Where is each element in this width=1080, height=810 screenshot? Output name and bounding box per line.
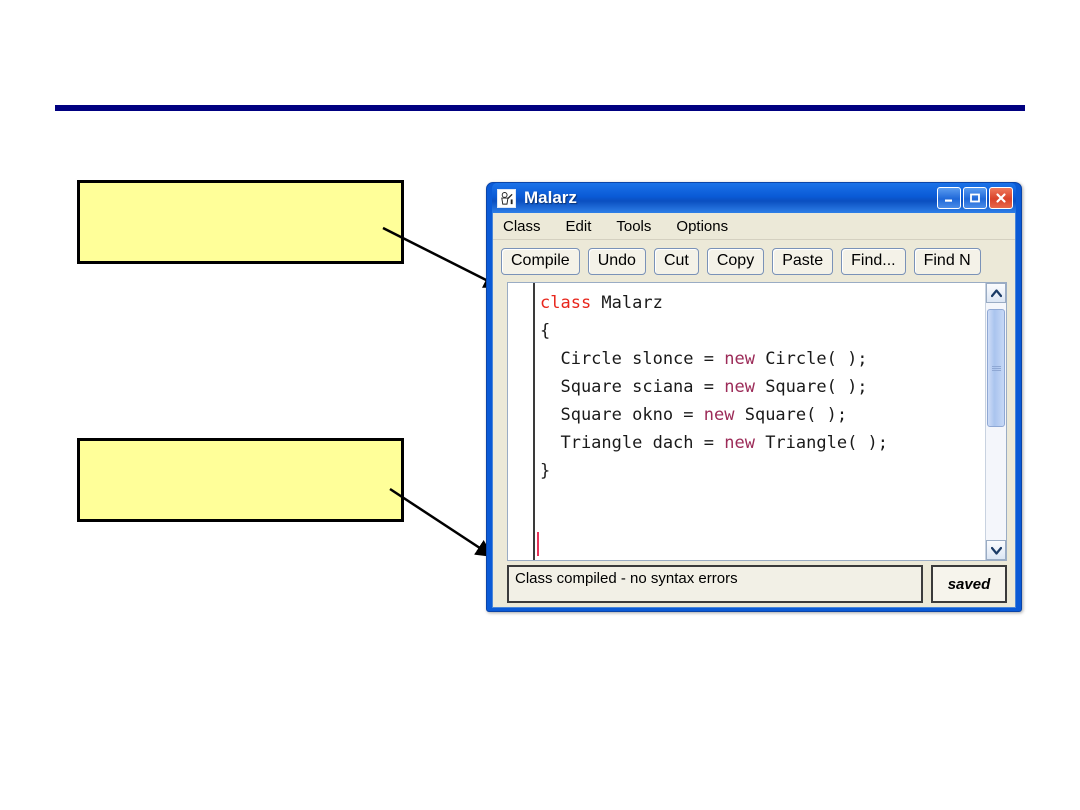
code-keyword: new [724, 377, 755, 397]
code-text: Circle slonce = [540, 349, 725, 369]
paste-button[interactable]: Paste [772, 247, 834, 275]
source-editor[interactable]: class Malarz { Circle slonce = new Circle… [507, 282, 1007, 561]
find-next-button[interactable]: Find N [913, 247, 981, 275]
code-line: Square sciana = new Square( ); [540, 373, 985, 401]
code-line: Triangle dach = new Triangle( ); [540, 429, 985, 457]
editor-vertical-scrollbar[interactable] [985, 283, 1006, 560]
editor-margin-line [533, 283, 535, 560]
code-keyword: new [703, 405, 735, 425]
source-code: class Malarz { Circle slonce = new Circle… [540, 289, 985, 485]
code-text-area[interactable]: class Malarz { Circle slonce = new Circle… [508, 283, 985, 560]
window-title: Malarz [524, 188, 577, 207]
menu-item-edit[interactable]: Edit [566, 218, 592, 235]
close-button[interactable] [989, 187, 1013, 209]
status-message-text: Class compiled - no syntax errors [515, 570, 738, 587]
painter-app-icon [497, 188, 516, 208]
code-text: Square sciana = [540, 377, 725, 397]
find-button[interactable]: Find... [841, 247, 906, 275]
code-keyword: new [724, 433, 755, 453]
undo-button[interactable]: Undo [587, 247, 646, 275]
scrollbar-thumb[interactable] [987, 309, 1005, 427]
minimize-button[interactable] [937, 187, 961, 209]
menu-bar[interactable]: Class Edit Tools Options [493, 213, 1015, 240]
code-text: } [540, 461, 551, 481]
saved-status-text: saved [947, 575, 991, 593]
copy-button[interactable]: Copy [706, 247, 765, 275]
code-text: Square( ); [734, 405, 848, 425]
code-keyword: new [724, 349, 755, 369]
code-text: { [540, 321, 551, 341]
status-message-panel: Class compiled - no syntax errors [507, 565, 923, 603]
menu-item-tools[interactable]: Tools [616, 218, 651, 235]
saved-status-badge: saved [931, 565, 1007, 603]
code-line: } [540, 457, 985, 485]
annotation-callout-compile [77, 180, 404, 264]
scrollbar-track[interactable] [986, 303, 1006, 540]
code-line: class Malarz [540, 289, 985, 317]
code-text: Circle( ); [754, 349, 868, 369]
text-caret [537, 532, 539, 556]
menu-item-options[interactable]: Options [676, 218, 728, 235]
malarz-editor-window[interactable]: Malarz Class Edit Tools Options Compile [486, 182, 1022, 612]
arrow-to-status-bar [389, 487, 494, 558]
maximize-button[interactable] [963, 187, 987, 209]
scrollbar-grip [991, 365, 1001, 372]
code-line: { [540, 317, 985, 345]
status-bar: Class compiled - no syntax errors saved [493, 561, 1015, 607]
scroll-up-arrow[interactable] [986, 283, 1006, 303]
scroll-down-arrow[interactable] [986, 540, 1006, 560]
window-title-bar[interactable]: Malarz [492, 183, 1016, 213]
code-text: Square( ); [754, 377, 868, 397]
code-text: Triangle( ); [754, 433, 889, 453]
window-client-area: Class Edit Tools Options Compile Undo Cu… [492, 213, 1016, 608]
slide-divider [55, 105, 1025, 111]
code-line: Square okno = new Square( ); [540, 401, 985, 429]
menu-item-class[interactable]: Class [503, 218, 541, 235]
code-line: Circle slonce = new Circle( ); [540, 345, 985, 373]
annotation-callout-status [77, 438, 404, 522]
code-text: Triangle dach = [540, 433, 725, 453]
code-text: Malarz [591, 293, 663, 313]
editor-toolbar[interactable]: Compile Undo Cut Copy Paste Find... Find… [493, 240, 1015, 282]
cut-button[interactable]: Cut [653, 247, 699, 275]
code-keyword: class [540, 293, 592, 313]
code-text: Square okno = [540, 405, 704, 425]
compile-button[interactable]: Compile [501, 247, 580, 275]
